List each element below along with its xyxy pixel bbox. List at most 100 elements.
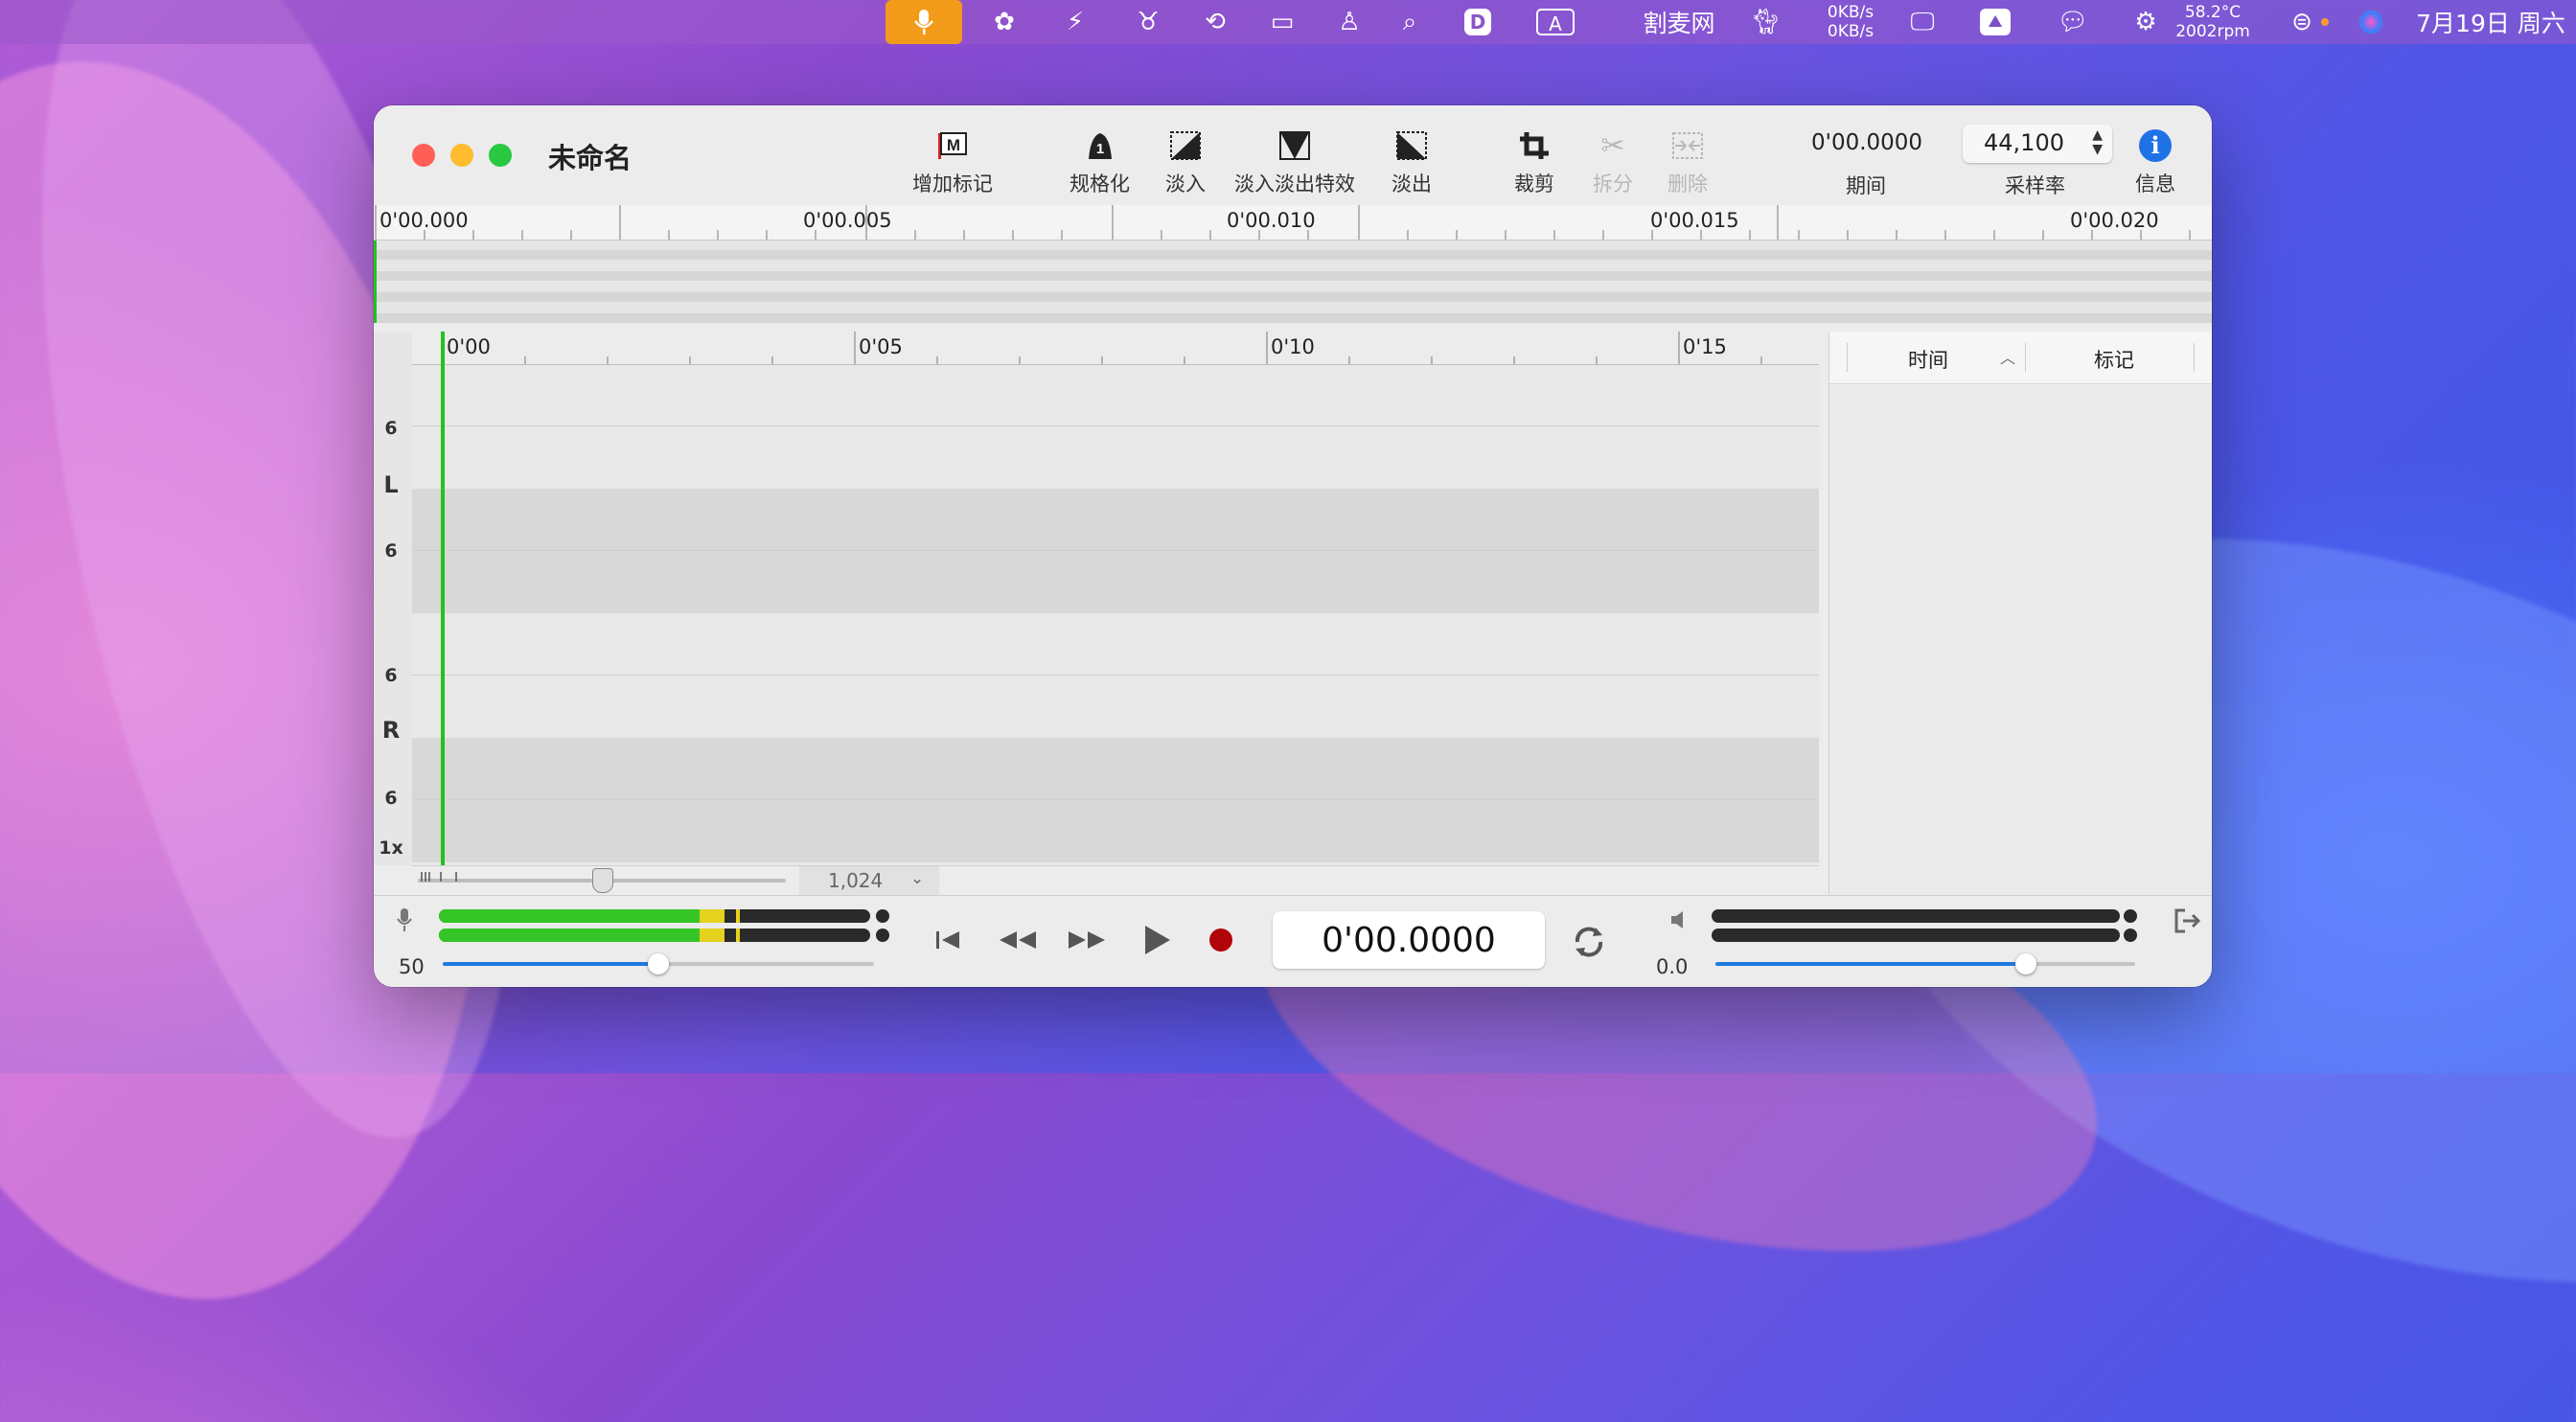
cat-icon[interactable]: 🐈︎ bbox=[1746, 0, 1784, 44]
input-level-value: 50 bbox=[399, 955, 425, 978]
qq-icon[interactable]: ♙ bbox=[1332, 0, 1367, 44]
cloud-sync-icon[interactable]: ✿ bbox=[983, 0, 1025, 44]
axis-left-channel: L bbox=[383, 471, 399, 498]
split-button[interactable]: ✂ 拆分 bbox=[1593, 125, 1633, 197]
sync-icon[interactable]: ⟲ bbox=[1196, 0, 1234, 44]
overview-ruler[interactable]: 0'00.000 0'00.005 0'00.010 0'00.015 0'00… bbox=[374, 205, 2212, 241]
input-meter-right bbox=[439, 929, 870, 942]
fade-in-button[interactable]: 淡入 bbox=[1165, 125, 1206, 197]
crossfade-icon bbox=[1278, 125, 1311, 167]
delete-label: 删除 bbox=[1668, 172, 1708, 195]
left-channel-band bbox=[412, 489, 1819, 613]
svg-text:1: 1 bbox=[1095, 141, 1103, 157]
axis-left-bottom: 6 bbox=[384, 540, 398, 562]
sort-ascending-icon[interactable]: ︿ bbox=[2000, 345, 2015, 368]
zoom-factor: 1x bbox=[379, 837, 403, 859]
play-button[interactable] bbox=[1138, 919, 1177, 961]
split-label: 拆分 bbox=[1593, 172, 1633, 195]
microphone-icon[interactable] bbox=[886, 0, 962, 44]
zoom-button[interactable] bbox=[489, 144, 512, 167]
info-button[interactable]: i 信息 bbox=[2135, 125, 2175, 197]
zoom-select[interactable]: 1,024 ⌄ bbox=[799, 866, 939, 895]
window-title: 未命名 bbox=[548, 142, 632, 174]
overview-waveform[interactable] bbox=[374, 241, 2212, 323]
zoom-slider-knob[interactable] bbox=[592, 868, 613, 893]
playhead[interactable] bbox=[441, 332, 445, 865]
input-volume-slider[interactable] bbox=[443, 950, 874, 978]
skip-to-start-button[interactable] bbox=[932, 923, 964, 957]
add-marker-button[interactable]: M 增加标记 bbox=[912, 125, 993, 197]
overview-playhead bbox=[374, 241, 377, 323]
cpu-temp-icon[interactable]: ⚙ bbox=[2129, 0, 2162, 44]
stepper-arrows-icon[interactable]: ▲ ▼ bbox=[2092, 128, 2103, 157]
control-center-icon[interactable]: ⊜ bbox=[2283, 0, 2321, 44]
zoom-slider[interactable] bbox=[418, 868, 786, 893]
delete-range-icon bbox=[1671, 125, 1704, 167]
zoom-bar: 1,024 ⌄ bbox=[412, 865, 1819, 895]
speaker-icon bbox=[1669, 909, 1689, 934]
scissors-icon: ✂ bbox=[1600, 128, 1625, 163]
column-divider bbox=[1847, 343, 1848, 372]
record-button[interactable] bbox=[1208, 927, 1234, 953]
input-volume-knob[interactable] bbox=[648, 953, 669, 975]
minimize-button[interactable] bbox=[450, 144, 473, 167]
timeline-ruler-ticks bbox=[442, 332, 1762, 364]
fade-out-button[interactable]: 淡出 bbox=[1392, 125, 1432, 197]
transport-bar: 50 0'00.0000 0.0 bbox=[374, 895, 2212, 987]
timeline-ruler[interactable]: 0'00 0'05 0'10 0'15 bbox=[412, 332, 1819, 365]
input-peak-left bbox=[876, 909, 889, 923]
chevron-down-icon: ⌄ bbox=[910, 869, 925, 888]
siri-icon[interactable] bbox=[2354, 0, 2388, 44]
close-button[interactable] bbox=[412, 144, 435, 167]
markers-header: 时间 ︿ 标记 bbox=[1829, 332, 2212, 384]
input-meter-left bbox=[439, 909, 870, 923]
time-display: 0'00.0000 bbox=[1273, 911, 1545, 969]
info-icon: i bbox=[2139, 125, 2172, 167]
cow-icon[interactable]: ♉ bbox=[1129, 0, 1167, 44]
display-icon[interactable]: ▭ bbox=[1261, 0, 1303, 44]
axis-right-bottom: 6 bbox=[384, 788, 398, 809]
input-source-icon[interactable]: A bbox=[1533, 0, 1577, 44]
search-icon[interactable]: ⌕ bbox=[1393, 0, 1426, 44]
rewind-button[interactable] bbox=[993, 923, 1041, 957]
overview-tick-label: 0'00.000 bbox=[380, 209, 469, 232]
clock[interactable]: 7月19日 周六 bbox=[2411, 0, 2570, 44]
duration-value: 0'00.0000 bbox=[1811, 130, 1923, 155]
axis-right-top: 6 bbox=[384, 665, 398, 686]
crossfade-label: 淡入淡出特效 bbox=[1234, 172, 1355, 195]
normalize-label: 规格化 bbox=[1070, 172, 1130, 195]
gridline bbox=[412, 550, 1819, 551]
right-channel-band bbox=[412, 738, 1819, 862]
trim-button[interactable]: 裁剪 bbox=[1514, 125, 1554, 197]
time-column-header[interactable]: 时间 bbox=[1908, 345, 1948, 374]
output-peak-right bbox=[2124, 929, 2137, 942]
marker-column-header[interactable]: 标记 bbox=[2094, 345, 2134, 374]
normalize-button[interactable]: 1 规格化 bbox=[1070, 125, 1130, 197]
overview-tick-label: 0'00.005 bbox=[803, 209, 892, 232]
fast-forward-button[interactable] bbox=[1064, 923, 1112, 957]
output-volume-knob[interactable] bbox=[2015, 953, 2036, 975]
app-name-label[interactable]: 割麦网 bbox=[1641, 0, 1717, 44]
system-stats[interactable]: 58.2°C 2002rpm bbox=[2168, 0, 2258, 44]
crossfade-button[interactable]: 淡入淡出特效 bbox=[1234, 125, 1355, 197]
loop-icon[interactable] bbox=[1568, 921, 1610, 963]
bolt-icon[interactable]: ⚡ bbox=[1056, 0, 1094, 44]
output-meter-right bbox=[1712, 929, 2120, 942]
monitor-icon[interactable]: 🖵︎ bbox=[1901, 0, 1944, 44]
sample-rate-stepper[interactable]: 44,100 ▲ ▼ bbox=[1963, 125, 2112, 163]
audio-editor-window: 未命名 M 增加标记 1 规格化 淡入 淡入淡出特效 淡出 裁剪 ✂ 拆分 删除… bbox=[374, 105, 2212, 987]
normalize-icon: 1 bbox=[1085, 125, 1116, 167]
axis-left-top: 6 bbox=[384, 418, 398, 439]
wechat-icon[interactable]: 💬︎ bbox=[2051, 0, 2095, 44]
network-speed[interactable]: 0KB/s 0KB/s bbox=[1817, 0, 1884, 44]
sample-rate-value: 44,100 bbox=[1984, 129, 2064, 156]
gridline bbox=[412, 425, 1819, 426]
output-device-icon[interactable] bbox=[2174, 907, 2202, 938]
output-peak-left bbox=[2124, 909, 2137, 923]
output-volume-slider[interactable] bbox=[1715, 950, 2135, 978]
delete-button[interactable]: 删除 bbox=[1668, 125, 1708, 197]
crop-icon bbox=[1518, 125, 1551, 167]
photo-icon[interactable]: ⛰ bbox=[1976, 0, 2014, 44]
timeline-tick-label: 0'00 bbox=[447, 335, 491, 358]
d-app-icon[interactable]: D bbox=[1459, 0, 1497, 44]
